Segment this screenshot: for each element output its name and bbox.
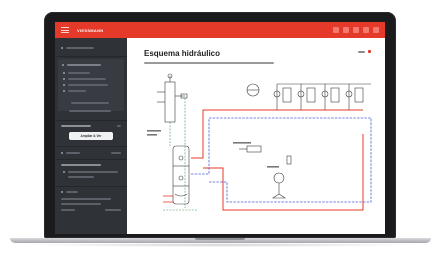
settings-icon[interactable] <box>353 27 359 33</box>
document-link[interactable] <box>68 176 94 178</box>
app-header: VIESSMANN <box>55 22 385 38</box>
footer-label <box>61 209 75 211</box>
view-controls <box>358 50 371 53</box>
help-icon[interactable] <box>343 27 349 33</box>
back-link[interactable] <box>66 47 94 49</box>
section-action[interactable] <box>111 152 121 154</box>
view-label <box>358 50 365 53</box>
document-link[interactable] <box>68 171 118 173</box>
sidebar: Ampliar & Ver <box>55 38 127 234</box>
hydraulic-diagram[interactable] <box>127 70 385 234</box>
list-item[interactable] <box>68 72 90 74</box>
sidebar-divider <box>55 146 127 147</box>
list-item[interactable] <box>68 84 108 86</box>
info-text <box>61 198 111 200</box>
collapse-icon[interactable] <box>62 64 64 66</box>
distribution-manifold <box>163 195 173 203</box>
primary-action-button[interactable]: Ampliar & Ver <box>69 132 113 140</box>
laptop-notch <box>195 238 245 240</box>
diagram-labels <box>147 130 279 168</box>
section-toggle[interactable] <box>117 125 121 127</box>
section-heading <box>66 152 80 154</box>
storage-tank <box>172 145 190 205</box>
list-item[interactable] <box>68 90 86 92</box>
heating-circuits <box>246 83 371 110</box>
close-icon[interactable] <box>368 50 371 53</box>
file-icon <box>63 72 65 74</box>
page-subtitle <box>144 62 274 64</box>
apps-icon[interactable] <box>373 27 379 33</box>
menu-icon[interactable] <box>61 27 69 33</box>
sidebar-divider <box>55 56 127 57</box>
section-heading <box>66 191 78 193</box>
brand-logo[interactable]: VIESSMANN <box>77 28 103 33</box>
notification-icon[interactable] <box>333 27 339 33</box>
sidebar-divider <box>55 120 127 121</box>
sidebar-link[interactable] <box>69 110 111 112</box>
panel-heading <box>67 64 101 66</box>
page-title: Esquema hidráulico <box>144 49 221 58</box>
user-icon[interactable] <box>363 27 369 33</box>
sidebar-divider <box>55 159 127 160</box>
return-pipe <box>191 117 372 203</box>
back-icon[interactable] <box>61 47 63 49</box>
info-text <box>61 203 101 205</box>
chevron-icon[interactable] <box>61 152 63 154</box>
boiler-unit <box>157 73 188 123</box>
file-icon <box>63 90 65 92</box>
sidebar-link[interactable] <box>71 102 109 104</box>
list-item[interactable] <box>68 78 106 80</box>
laptop-shadow <box>20 243 421 247</box>
file-icon <box>63 78 65 80</box>
chevron-icon[interactable] <box>61 191 63 193</box>
document-icon <box>63 171 65 173</box>
sidebar-divider <box>55 186 127 187</box>
file-icon <box>63 84 65 86</box>
section-heading <box>61 164 101 166</box>
app-screen: VIESSMANN Ampliar & Ver Esquema hidráuli… <box>55 22 385 234</box>
footer-link[interactable] <box>105 209 121 211</box>
pump-group <box>239 145 292 199</box>
main-content: Esquema hidráulico <box>127 38 385 234</box>
header-actions <box>333 27 379 33</box>
section-heading <box>61 125 91 127</box>
cold-water-pipes <box>163 98 197 211</box>
